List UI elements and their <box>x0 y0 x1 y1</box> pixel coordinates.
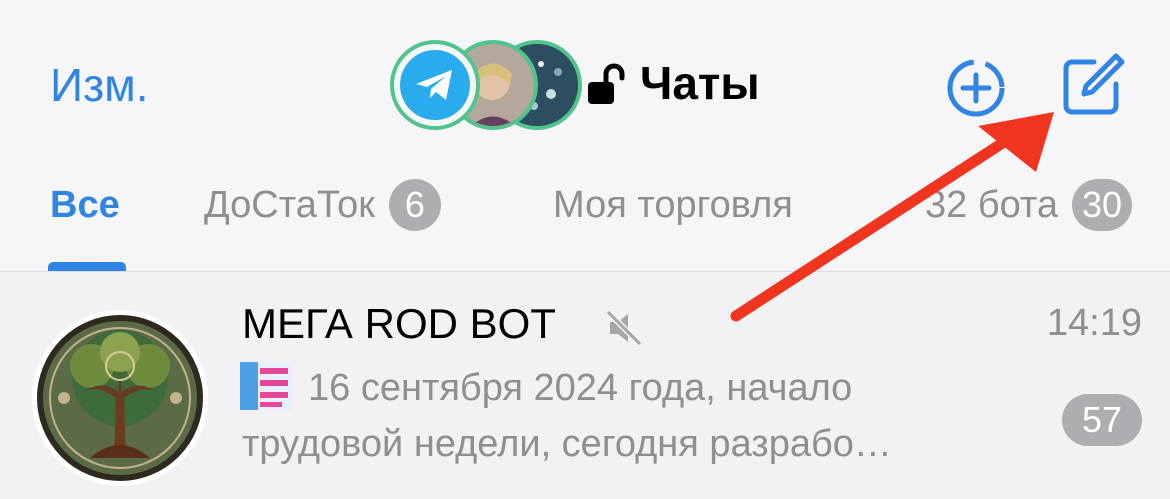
tab-all[interactable]: Все <box>50 175 120 235</box>
chat-avatar-tree-of-life <box>32 310 208 486</box>
muted-speaker-icon <box>605 309 643 347</box>
account-switcher[interactable] <box>390 40 582 134</box>
tab-label: Все <box>50 183 120 226</box>
edit-button[interactable]: Изм. <box>50 58 149 112</box>
preview-line-1: 16 сентября 2024 года, начало <box>308 367 853 409</box>
tab-dostatok[interactable]: ДоСтаТок 6 <box>204 175 441 235</box>
telegram-icon <box>416 70 452 100</box>
tab-label: Моя торговля <box>553 183 793 226</box>
chat-folder-tabs: Все ДоСтаТок 6 Моя торговля 32 бота 30 <box>0 175 1170 235</box>
tab-32-bots[interactable]: 32 бота 30 <box>925 175 1133 235</box>
message-preview: 16 сентября 2024 года, начало трудовой н… <box>242 360 1042 472</box>
chat-timestamp: 14:19 <box>1046 302 1142 344</box>
telegram-account-avatar[interactable] <box>390 40 480 130</box>
preview-line-2: трудовой недели, сегодня разрабо… <box>242 423 892 465</box>
chat-name: МЕГА ROD BOT <box>242 300 556 347</box>
new-story-button[interactable] <box>946 58 1006 118</box>
tab-label: ДоСтаТок <box>204 183 375 226</box>
chat-list-item[interactable]: МЕГА ROD BOT 14:19 16 сентября 2024 года… <box>0 272 1170 499</box>
tab-label: 32 бота <box>925 183 1058 226</box>
page-title: Чаты <box>640 57 760 109</box>
unlocked-lock-icon[interactable] <box>586 62 630 106</box>
unread-badge: 30 <box>1072 179 1133 231</box>
unread-badge: 6 <box>388 179 441 231</box>
compose-message-button[interactable] <box>1060 52 1126 118</box>
navigation-header: Изм. Чаты Все ДоСтаТок 6 Моя торговля 32… <box>0 0 1170 272</box>
unread-count-badge: 57 <box>1062 394 1142 446</box>
tab-my-trade[interactable]: Моя торговля <box>553 175 793 235</box>
